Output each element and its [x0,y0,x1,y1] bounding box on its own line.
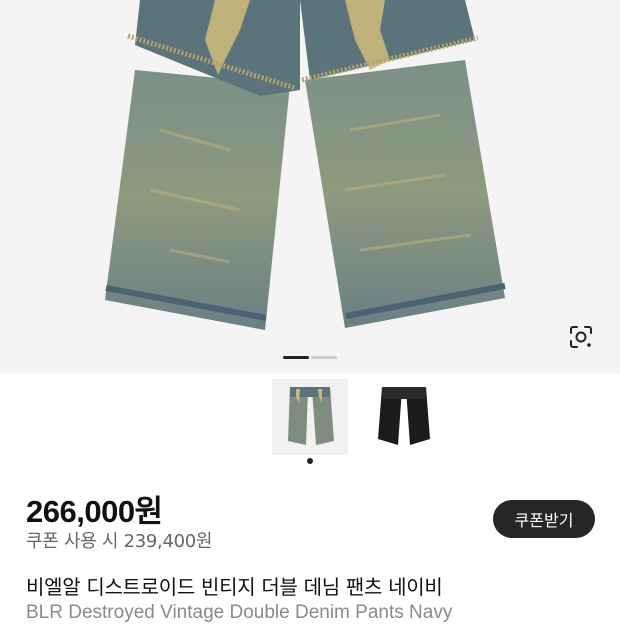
carousel-indicator [283,356,337,359]
lens-search-icon [570,326,592,348]
thumbnail-denim[interactable] [272,379,348,455]
lens-search-button[interactable] [568,324,600,356]
coupon-price: 쿠폰 사용 시 239,400원 [26,531,213,552]
thumbnail-selected-dot [307,458,313,464]
carousel-dot [311,356,337,359]
product-name-korean: 비엘알 디스트로이드 빈티지 더블 데님 팬츠 네이비 [26,575,443,599]
product-name-english: BLR Destroyed Vintage Double Denim Pants… [26,602,453,623]
product-hero-image[interactable] [0,0,620,373]
thumbnail-black[interactable] [366,379,442,455]
get-coupon-button[interactable]: 쿠폰받기 [493,500,595,538]
carousel-dot-active [283,356,309,359]
denim-thumbnail-image [272,379,348,455]
thumbnail-strip [272,379,442,455]
product-price: 266,000원 [26,494,163,529]
black-pants-thumbnail-image [366,379,442,455]
right-leg [305,60,505,328]
denim-pants-illustration [105,0,506,330]
